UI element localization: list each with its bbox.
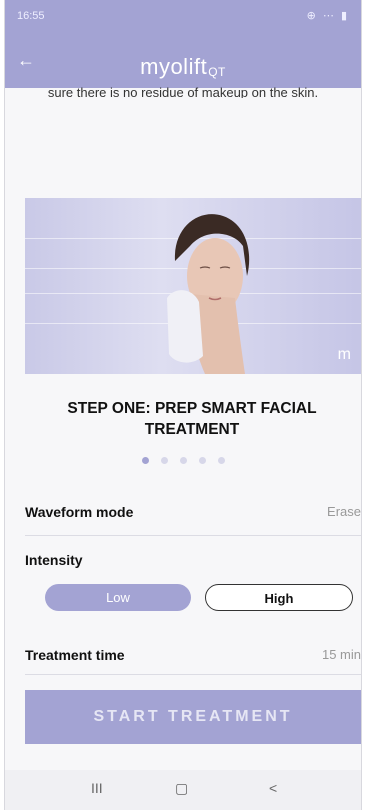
intensity-toggle[interactable]: Low High [45,584,353,611]
waveform-row[interactable]: Waveform mode Erase [25,504,361,520]
step-dot[interactable] [141,457,149,464]
step-dot[interactable] [160,457,168,464]
treatment-time-value: 15 min [321,647,361,662]
step-dot[interactable] [179,457,187,464]
app-header: ← myoliftQT [5,30,361,88]
step-dot[interactable] [198,457,206,464]
start-treatment-button[interactable]: START TREATMENT [25,690,361,744]
step-dot[interactable] [217,457,225,464]
intensity-label: Intensity [25,552,83,568]
home-icon[interactable]: ▢ [175,780,188,797]
treatment-time-label: Treatment time [25,647,125,663]
waveform-label: Waveform mode [25,504,134,520]
app-screen: 16:55 ⊕ ⋯ ▮ ← myoliftQT sure there is no… [4,0,362,810]
waveform-value: Erase [327,504,361,519]
status-time: 16:55 [17,10,45,22]
intensity-row: Intensity [25,552,361,568]
intensity-low-button[interactable]: Low [45,584,191,611]
treatment-time-row[interactable]: Treatment time 15 min [25,647,361,663]
status-bar: 16:55 ⊕ ⋯ ▮ [5,0,361,30]
hero-image: m [25,198,361,374]
divider [25,674,361,675]
step-title: STEP ONE: PREP SMART FACIAL TREATMENT [67,400,317,438]
divider [25,535,361,536]
system-nav-bar: III ▢ < [5,770,361,810]
watermark-logo: m [337,346,351,363]
woman-face-illustration [167,214,250,374]
brand-logo: myoliftQT [140,54,226,79]
intensity-high-button[interactable]: High [205,584,353,611]
intro-text: sure there is no residue of makeup on th… [47,86,319,98]
back-icon[interactable]: < [269,780,277,796]
step-indicator [5,451,361,469]
recents-icon[interactable]: III [91,780,103,796]
status-icons: ⊕ ⋯ ▮ [306,10,349,22]
